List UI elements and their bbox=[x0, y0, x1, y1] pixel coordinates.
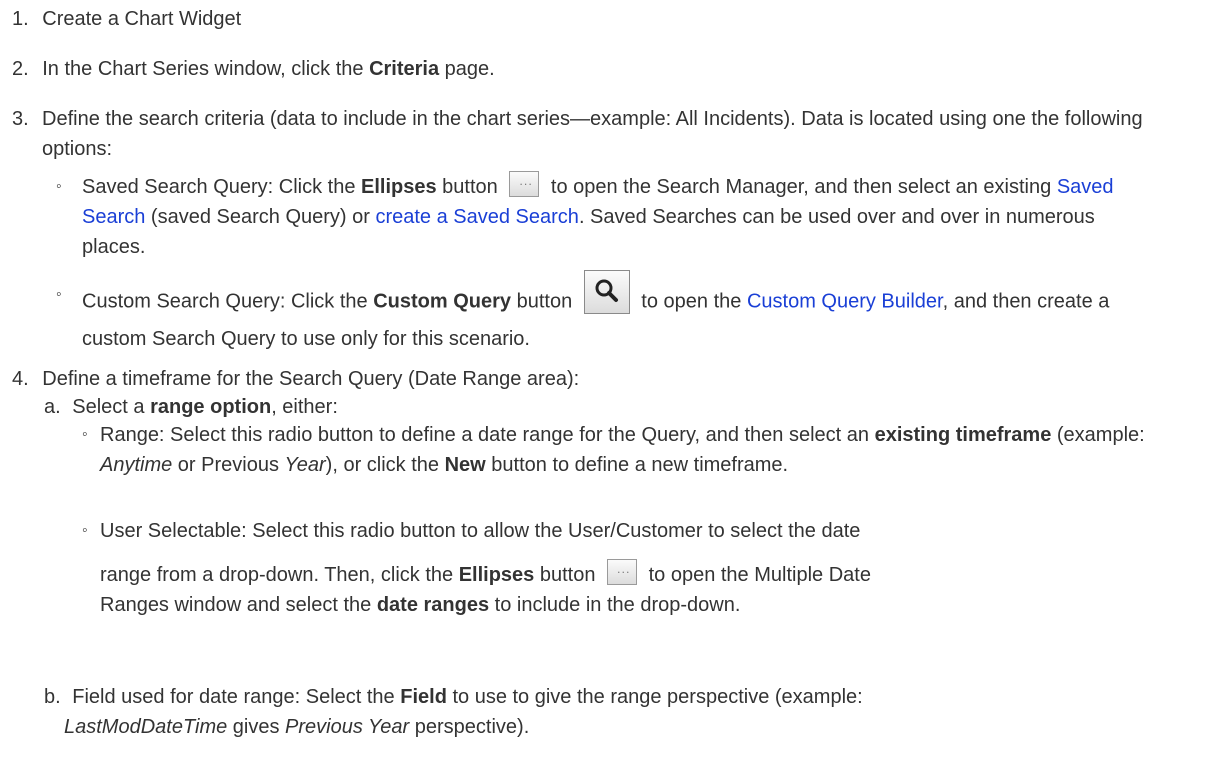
field-term: Field bbox=[400, 686, 447, 708]
substep-b-text-2: to use to give the range perspective (ex… bbox=[446, 686, 863, 708]
user-line-3: Ranges window and select the date ranges… bbox=[100, 590, 1182, 620]
user-text-5: Ranges window and select the bbox=[100, 594, 377, 616]
substep-b-text-1: Field used for date range: Select the bbox=[72, 686, 401, 708]
previous-year-term: Previous Year bbox=[285, 716, 410, 738]
ellipses-term: Ellipses bbox=[361, 176, 437, 198]
substep-a-text: Select a bbox=[72, 396, 151, 418]
substep-label: a. bbox=[44, 396, 61, 418]
range-text-4: ), or click the bbox=[325, 454, 445, 476]
step-text: Define a timeframe for the Search Query … bbox=[42, 368, 580, 390]
saved-text-2: button bbox=[436, 176, 504, 198]
bullet-icon: ◦ bbox=[56, 178, 62, 195]
bullet-icon: ◦ bbox=[82, 426, 88, 443]
anytime-term: Anytime bbox=[100, 454, 173, 476]
custom-text-1: Custom Search Query: Click the bbox=[82, 290, 374, 313]
ellipsis-icon[interactable]: ··· bbox=[509, 170, 540, 197]
user-text-2: range from a drop-down. Then, click the bbox=[100, 564, 459, 586]
step-1: 1. Create a Chart Widget bbox=[12, 4, 1202, 34]
create-saved-search-link[interactable]: create a Saved Search bbox=[375, 206, 578, 228]
year-term: Year bbox=[284, 454, 326, 476]
step-4: 4. Define a timeframe for the Search Que… bbox=[12, 364, 1202, 394]
substep-label: b. bbox=[44, 686, 61, 708]
step-number: 4. bbox=[12, 368, 29, 390]
step-number: 2. bbox=[12, 58, 29, 80]
step-text: Create a Chart Widget bbox=[42, 8, 242, 30]
saved-text-1: Saved Search Query: Click the bbox=[82, 176, 362, 198]
custom-text-2: button bbox=[511, 290, 578, 313]
bullet-icon: ◦ bbox=[56, 286, 62, 303]
user-line-2: range from a drop-down. Then, click the … bbox=[100, 558, 1182, 590]
step-text: Define the search criteria (data to incl… bbox=[42, 108, 1143, 160]
custom-query-term: Custom Query bbox=[373, 290, 512, 313]
step-2: 2. In the Chart Series window, click the… bbox=[12, 54, 1202, 84]
option-custom-search: ◦ Custom Search Query: Click the Custom … bbox=[56, 270, 1156, 354]
user-text-4: to open the Multiple Date bbox=[643, 564, 871, 586]
option-range: ◦ Range: Select this radio button to def… bbox=[82, 420, 1167, 480]
ellipses-term: Ellipses bbox=[458, 564, 535, 586]
substep-b: b. Field used for date range: Select the… bbox=[44, 682, 1174, 742]
saved-text-4: (saved Search Query) or bbox=[145, 206, 376, 228]
substep-a: a. Select a range option, either: bbox=[44, 392, 1144, 422]
step-text: In the Chart Series window, click the bbox=[42, 58, 370, 80]
search-icon[interactable] bbox=[583, 270, 630, 314]
substep-b-line-1: b. Field used for date range: Select the… bbox=[44, 682, 1174, 712]
step-number: 3. bbox=[12, 108, 29, 130]
range-text-5: button to define a new timeframe. bbox=[485, 454, 789, 476]
step-3: 3. Define the search criteria (data to i… bbox=[12, 104, 1202, 164]
step-number: 1. bbox=[12, 8, 29, 30]
user-text-6: to include in the drop-down. bbox=[489, 594, 741, 616]
substep-b-line-2: LastModDateTime gives Previous Year pers… bbox=[64, 712, 1174, 742]
range-text-2: (example: bbox=[1051, 424, 1145, 446]
step-text-end: page. bbox=[439, 58, 495, 80]
substep-b-text-3: gives bbox=[227, 716, 286, 738]
custom-query-builder-link[interactable]: Custom Query Builder bbox=[747, 290, 943, 312]
new-term: New bbox=[444, 454, 486, 476]
date-ranges-term: date ranges bbox=[376, 594, 490, 616]
user-text-3: button bbox=[534, 564, 602, 586]
range-option-term: range option bbox=[150, 396, 272, 418]
criteria-term: Criteria bbox=[369, 58, 440, 80]
custom-text-3: to open the bbox=[635, 290, 747, 313]
bullet-icon: ◦ bbox=[82, 522, 88, 539]
option-saved-search: ◦ Saved Search Query: Click the Ellipses… bbox=[56, 170, 1156, 262]
option-user-selectable: ◦ User Selectable: Select this radio but… bbox=[82, 516, 1182, 620]
range-text-1: Range: Select this radio button to defin… bbox=[100, 424, 875, 446]
substep-b-text-4: perspective). bbox=[409, 716, 530, 738]
lastmoddatetime-term: LastModDateTime bbox=[64, 716, 228, 738]
user-text-1: User Selectable: Select this radio butto… bbox=[100, 520, 861, 542]
substep-a-end: , either: bbox=[271, 396, 338, 418]
saved-text-3: to open the Search Manager, and then sel… bbox=[545, 176, 1057, 198]
range-text-3: or Previous bbox=[172, 454, 285, 476]
existing-timeframe-term: existing timeframe bbox=[874, 424, 1052, 446]
ellipsis-icon[interactable]: ··· bbox=[607, 558, 638, 585]
